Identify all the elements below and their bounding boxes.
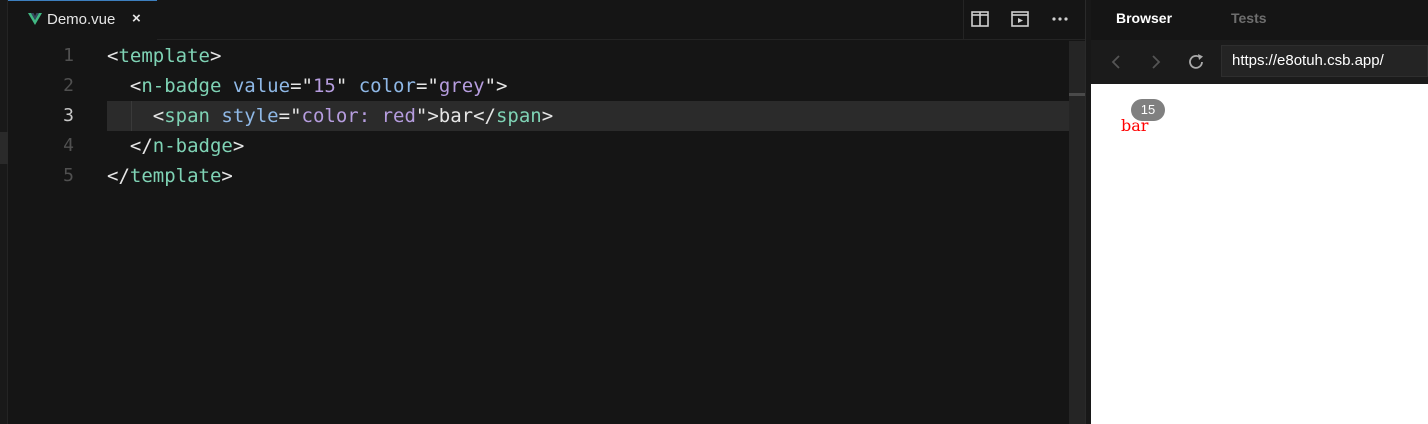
browser-nav-bar: https://e8otuh.csb.app/ bbox=[1091, 40, 1428, 84]
line-number: 2 bbox=[63, 75, 74, 96]
code-text: </template> bbox=[107, 165, 233, 187]
browser-panel: Browser Tests https://e8otuh.csb.app/ ba… bbox=[1091, 0, 1428, 424]
scroll-position-marker bbox=[1069, 93, 1085, 96]
preview-viewport: bar 15 bbox=[1091, 84, 1428, 424]
badge: 15 bbox=[1131, 99, 1165, 121]
more-icon[interactable] bbox=[1050, 10, 1070, 28]
line-number: 5 bbox=[63, 165, 74, 186]
vue-file-icon bbox=[28, 13, 42, 25]
line-number: 1 bbox=[63, 45, 74, 66]
activity-marker bbox=[0, 132, 8, 164]
tab-browser[interactable]: Browser bbox=[1116, 10, 1172, 26]
code-text: <span style="color: red">bar</span> bbox=[107, 105, 554, 127]
activity-strip bbox=[0, 0, 8, 424]
back-icon[interactable] bbox=[1106, 52, 1126, 72]
editor-scrollbar[interactable] bbox=[1069, 41, 1085, 424]
editor-actions bbox=[963, 0, 1091, 40]
line-number: 4 bbox=[63, 135, 74, 156]
code-text: <template> bbox=[107, 45, 222, 67]
code-line[interactable]: 4 </n-badge> bbox=[8, 131, 1084, 161]
tab-demo-vue[interactable]: Demo.vue × bbox=[8, 0, 157, 40]
code-editor[interactable]: 1 <template> 2 <n-badge value="15" color="… bbox=[8, 41, 1084, 424]
code-text: <n-badge value="15" color="grey"> bbox=[107, 75, 508, 97]
refresh-icon[interactable] bbox=[1186, 52, 1206, 72]
url-input[interactable]: https://e8otuh.csb.app/ bbox=[1221, 45, 1428, 77]
tab-close-icon[interactable]: × bbox=[132, 10, 141, 27]
forward-icon[interactable] bbox=[1146, 52, 1166, 72]
indent-guide bbox=[131, 101, 132, 131]
code-text: </n-badge> bbox=[107, 135, 245, 157]
split-editor-icon[interactable] bbox=[970, 10, 990, 28]
code-line[interactable]: 3 <span style="color: red">bar</span> bbox=[8, 101, 1084, 131]
code-line[interactable]: 2 <n-badge value="15" color="grey"> bbox=[8, 71, 1084, 101]
editor-tab-bar: Demo.vue × bbox=[8, 0, 1091, 40]
tab-tests[interactable]: Tests bbox=[1231, 10, 1267, 26]
preview-icon[interactable] bbox=[1010, 10, 1030, 28]
line-number: 3 bbox=[63, 105, 74, 126]
code-line[interactable]: 1 <template> bbox=[8, 41, 1084, 71]
tab-label: Demo.vue bbox=[47, 11, 116, 28]
code-line[interactable]: 5 </template> bbox=[8, 161, 1084, 191]
